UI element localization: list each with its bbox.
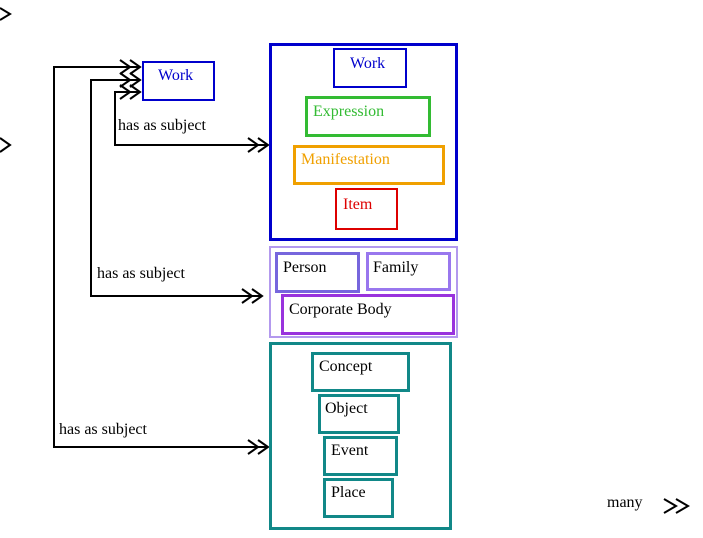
group3-place-label: Place <box>331 484 366 501</box>
source-work-label: Work <box>158 67 194 84</box>
edge-label-group3: has as subject <box>59 421 147 438</box>
middle-loop-line <box>90 79 262 297</box>
group3-event-label: Event <box>331 442 369 459</box>
group2-person-label: Person <box>283 259 327 276</box>
edge-label-group1: has as subject <box>118 117 206 134</box>
group3-concept-label: Concept <box>319 358 373 375</box>
arrow-head-offscreen-mid <box>0 137 12 153</box>
group2-family-label: Family <box>373 259 419 276</box>
group1-item-label: Item <box>343 196 373 213</box>
legend-many-label: many <box>607 494 643 511</box>
edge-label-group2: has as subject <box>97 265 185 282</box>
group1-work-label: Work <box>350 55 386 72</box>
group1-expression-label: Expression <box>313 103 385 120</box>
group1-manifestation-label: Manifestation <box>301 151 390 168</box>
legend-double-arrowhead-1 <box>663 498 678 514</box>
arrow-head-offscreen-top <box>0 7 12 21</box>
group2-corporate-body-label: Corporate Body <box>289 301 392 318</box>
group3-object-label: Object <box>325 400 368 417</box>
